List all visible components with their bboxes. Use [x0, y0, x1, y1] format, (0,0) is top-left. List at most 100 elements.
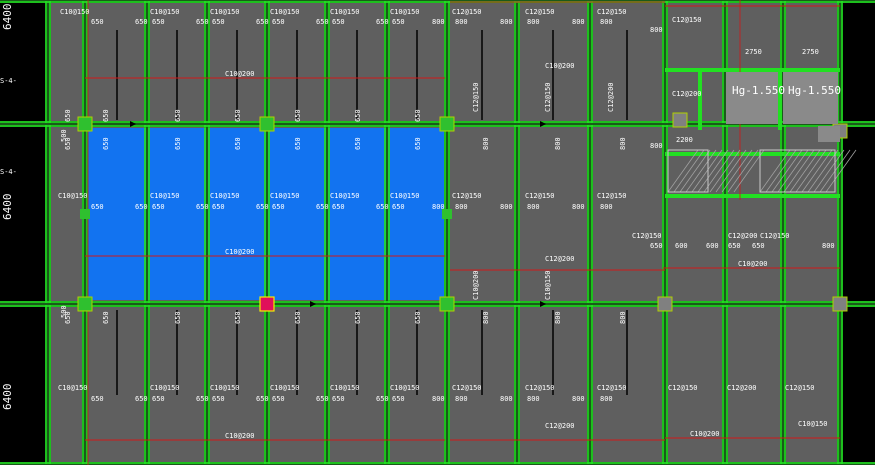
right-dim: 600	[675, 242, 688, 250]
beam-dim: 650	[294, 109, 302, 122]
beam-dim: 800	[554, 137, 562, 150]
dim-label: 650	[332, 395, 345, 403]
span-label: C12@200	[545, 255, 575, 263]
rebar-label: C12@150	[668, 384, 698, 392]
beam-dim: 650	[414, 311, 422, 324]
beam-dim: 800	[619, 137, 627, 150]
beam-dim: 650	[174, 311, 182, 324]
right-label: C12@200	[728, 232, 758, 240]
beam-core	[0, 0, 875, 1]
rebar-label: C12@200	[727, 384, 757, 392]
dim-label: 650	[316, 203, 329, 211]
cad-canvas[interactable]: 6400 6400 6400 S-4- S-4- C10@150 C10@150 C…	[0, 0, 875, 465]
slab-panel	[88, 307, 144, 462]
dim-label: 650	[135, 203, 148, 211]
dim-label: 650	[392, 203, 405, 211]
pit-box	[726, 72, 778, 124]
rebar-label: C12@150	[452, 8, 482, 16]
right-label: C12@200	[672, 90, 702, 98]
column	[672, 112, 688, 128]
beam-core	[47, 0, 49, 465]
rebar-label: C10@150	[210, 8, 240, 16]
dim-label: 800	[500, 395, 513, 403]
beam-dim: 650	[234, 311, 242, 324]
column	[77, 296, 93, 312]
right-label: C12@150	[632, 232, 662, 240]
rebar-label: C10@150	[150, 384, 180, 392]
beam-dim: 800	[619, 311, 627, 324]
right-dim: 800	[650, 26, 663, 34]
right-dim: 650	[728, 242, 741, 250]
beam-dim: 650	[354, 109, 362, 122]
dim-label: 800	[455, 203, 468, 211]
dim-label: 650	[376, 18, 389, 26]
column	[832, 296, 848, 312]
right-label: C10@150	[798, 420, 828, 428]
rebar-label: C10@150	[210, 384, 240, 392]
secondary-beam	[698, 70, 702, 130]
rebar-label: C10@150	[270, 192, 300, 200]
span-label: C10@200	[225, 70, 255, 78]
rebar-label: C12@150	[597, 8, 627, 16]
elevation-tag-2: Hg-1.550	[788, 84, 841, 97]
rebar-label: C12@150	[525, 192, 555, 200]
right-dim: 2200	[676, 136, 693, 144]
dim-label: 800	[500, 18, 513, 26]
secondary-beam	[665, 194, 840, 198]
dim-label: 800	[527, 395, 540, 403]
rebar-label: C12@150	[452, 384, 482, 392]
beam-dim: 500	[60, 129, 68, 142]
rebar-label: C10@150	[58, 192, 88, 200]
left-dim-1: 6400	[1, 4, 14, 31]
beam-dim: 650	[102, 311, 110, 324]
right-dim: 650	[650, 242, 663, 250]
beam-dim: 650	[174, 109, 182, 122]
vertical-rebar-label: C10@200	[472, 270, 480, 300]
beam-dim: 650	[414, 137, 422, 150]
pit-box	[783, 72, 838, 124]
rebar-label: C10@150	[270, 8, 300, 16]
rebar-label: C10@150	[390, 384, 420, 392]
dim-label: 650	[196, 18, 209, 26]
beam-dim: 650	[414, 109, 422, 122]
rebar-label: C10@150	[270, 384, 300, 392]
dim-label: 800	[432, 395, 445, 403]
floor-plan-drawing[interactable]: 6400 6400 6400 S-4- S-4- C10@150 C10@150 C…	[0, 0, 875, 465]
dim-label: 800	[432, 18, 445, 26]
beam-core	[516, 0, 518, 465]
span-label: C10@200	[225, 432, 255, 440]
rebar-label: C10@150	[390, 8, 420, 16]
dim-label: 650	[392, 395, 405, 403]
beam-dim: 650	[294, 311, 302, 324]
rebar-label: C10@150	[330, 8, 360, 16]
rebar-label: C10@150	[330, 384, 360, 392]
rebar-label: C12@150	[525, 8, 555, 16]
dim-label: 650	[152, 395, 165, 403]
dim-label: 650	[135, 395, 148, 403]
dim-label: 650	[316, 395, 329, 403]
secondary-beam	[665, 68, 840, 72]
stair-step	[818, 126, 840, 142]
right-dim: 650	[752, 242, 765, 250]
elevation-tag-1: Hg-1.550	[732, 84, 785, 97]
dim-label: 650	[152, 203, 165, 211]
right-dim: 2750	[745, 48, 762, 56]
dim-label: 800	[572, 18, 585, 26]
beam-dim: 650	[354, 311, 362, 324]
rebar-label: C10@150	[150, 192, 180, 200]
slab-panel	[450, 127, 514, 301]
grip-point	[80, 209, 90, 219]
rebar-label: C10@150	[390, 192, 420, 200]
grip-point	[442, 209, 452, 219]
dim-label: 800	[600, 18, 613, 26]
dim-label: 800	[572, 203, 585, 211]
beam-core	[589, 0, 591, 465]
rebar-label: C10@150	[58, 384, 88, 392]
dim-label: 800	[600, 203, 613, 211]
secondary-beam	[778, 70, 782, 130]
left-dim-2: 6400	[1, 194, 14, 221]
column	[439, 116, 455, 132]
right-label: C12@150	[760, 232, 790, 240]
beam-core	[0, 303, 875, 305]
slab-panel	[51, 127, 82, 301]
